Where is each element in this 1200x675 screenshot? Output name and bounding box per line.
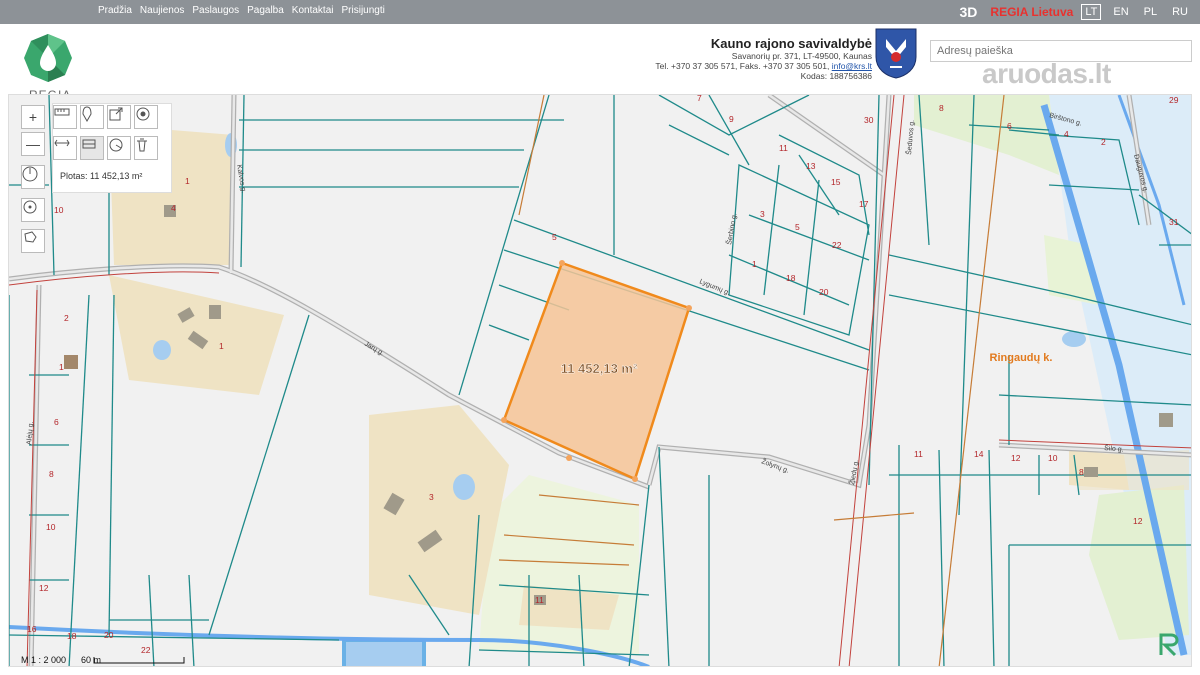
coat-of-arms-icon xyxy=(875,28,917,79)
parcel-number: 9 xyxy=(729,114,734,124)
zoom-in-button[interactable]: + xyxy=(21,105,45,129)
measure-area-icon[interactable] xyxy=(80,136,104,160)
parcel-number: 6 xyxy=(1007,121,1012,131)
measure-line-icon[interactable] xyxy=(53,136,77,160)
parcel-number: 12 xyxy=(39,583,49,593)
locate-icon[interactable] xyxy=(21,198,45,222)
parcel-number: 1 xyxy=(752,259,757,269)
aruodas-watermark: aruodas.lt xyxy=(982,58,1111,89)
3d-mode-button[interactable]: 3D xyxy=(960,4,978,20)
region-select-icon[interactable] xyxy=(21,229,45,253)
street-label: Šeduvos g. xyxy=(904,119,916,155)
parcel-number: 4 xyxy=(1064,129,1069,139)
cadastral-map-canvas[interactable]: 11 452,13 m² Ringaudų k. Jarų g. Lygumų … xyxy=(9,95,1192,667)
lang-pl[interactable]: PL xyxy=(1141,5,1160,19)
parcel-number: 8 xyxy=(939,103,944,113)
parcel-number: 8 xyxy=(49,469,54,479)
measure-radius-icon[interactable] xyxy=(107,136,131,160)
nav-prisijungti[interactable]: Prisijungti xyxy=(342,5,385,16)
street-label: Šerbino g. xyxy=(724,212,738,245)
parcel-number: 17 xyxy=(859,199,869,209)
top-right-menu: 3D REGIA Lietuva LT EN PL RU xyxy=(960,0,1200,24)
parcel-number: 20 xyxy=(104,630,114,640)
top-nav: Pradžia Naujienos Paslaugos Pagalba Kont… xyxy=(98,5,385,16)
parcel-number: 5 xyxy=(552,232,557,242)
target-icon[interactable] xyxy=(134,105,158,129)
parcel-number: 7 xyxy=(697,95,702,103)
parcel-number: 12 xyxy=(1133,516,1143,526)
parcel-number: 5 xyxy=(795,222,800,232)
nav-pagalba[interactable]: Pagalba xyxy=(247,5,284,16)
parcel-number: 31 xyxy=(1169,217,1179,227)
parcel-number: 30 xyxy=(864,115,874,125)
parcel-number: 4 xyxy=(171,203,176,213)
pin-icon[interactable] xyxy=(80,105,104,129)
municipality-phone: Tel. +370 37 305 571, Faks. +370 37 305 … xyxy=(655,61,830,71)
municipality-info: Kauno rajono savivaldybė Savanorių pr. 3… xyxy=(655,36,872,81)
parcel-number: 16 xyxy=(27,624,37,634)
nav-kontaktai[interactable]: Kontaktai xyxy=(292,5,334,16)
parcel-number: 10 xyxy=(54,205,64,215)
parcel-number: 3 xyxy=(760,209,765,219)
regia-corner-logo-icon xyxy=(1159,633,1179,657)
municipality-email-link[interactable]: info@krs.lt xyxy=(832,61,872,71)
parcel-number: 6 xyxy=(54,417,59,427)
lang-en[interactable]: EN xyxy=(1110,5,1131,19)
parcel-number: 18 xyxy=(67,631,77,641)
lang-ru[interactable]: RU xyxy=(1169,5,1191,19)
scale-ratio: M 1 : 2 000 xyxy=(21,655,67,665)
parcel-number: 10 xyxy=(1048,453,1058,463)
parcel-number: 14 xyxy=(974,449,984,459)
parcel-number: 22 xyxy=(141,645,151,655)
village-label: Ringaudų k. xyxy=(990,352,1053,364)
parcel-number: 18 xyxy=(786,273,796,283)
parcel-number: 11 xyxy=(535,595,544,605)
regia-logo-icon[interactable] xyxy=(22,32,74,84)
municipality-contacts: Tel. +370 37 305 571, Faks. +370 37 305 … xyxy=(655,61,872,71)
parcel-number: 11 xyxy=(914,449,923,459)
lang-lt[interactable]: LT xyxy=(1081,4,1102,20)
parcel-number: 22 xyxy=(832,240,842,250)
scale-distance: 60 m xyxy=(81,655,102,665)
measure-distance-icon[interactable] xyxy=(53,105,77,129)
parcel-number: 2 xyxy=(1101,137,1106,147)
parcel-number: 1 xyxy=(185,176,190,186)
street-label: Lygumų g. xyxy=(698,278,731,297)
export-icon[interactable] xyxy=(107,105,131,129)
nav-pradzia[interactable]: Pradžia xyxy=(98,5,132,16)
street-label: Kalvos g. xyxy=(235,164,247,194)
parcel-number: 1 xyxy=(59,362,64,372)
trash-icon[interactable] xyxy=(134,136,158,160)
parcel-number: 2 xyxy=(64,313,69,323)
compass-icon[interactable] xyxy=(21,165,45,189)
polygon-area-label: 11 452,13 m² xyxy=(561,361,638,376)
parcel-number: 8 xyxy=(1079,467,1084,477)
municipality-code: Kodas: 188756386 xyxy=(800,71,872,81)
parcel-number: 3 xyxy=(429,492,434,502)
municipality-name: Kauno rajono savivaldybė xyxy=(710,36,872,51)
parcel-number: 15 xyxy=(831,177,841,187)
parcel-number: 1 xyxy=(219,341,224,351)
parcel-number: 12 xyxy=(1011,453,1021,463)
top-bar: Pradžia Naujienos Paslaugos Pagalba Kont… xyxy=(0,0,1200,24)
parcel-number: 11 xyxy=(779,143,788,153)
parcel-number: 13 xyxy=(806,161,816,171)
map-scale: M 1 : 2 000 60 m xyxy=(21,655,101,665)
parcel-number: 10 xyxy=(46,522,56,532)
parcel-number: 20 xyxy=(819,287,829,297)
nav-naujienos[interactable]: Naujienos xyxy=(140,5,184,16)
measured-area-text: Plotas: 11 452,13 m² xyxy=(60,171,143,181)
zoom-out-button[interactable]: — xyxy=(21,132,45,156)
municipality-address: Savanorių pr. 371, LT-49500, Kaunas xyxy=(731,51,872,61)
street-label: Jarų g. xyxy=(363,341,385,358)
nav-paslaugos[interactable]: Paslaugos xyxy=(192,5,239,16)
parcel-number: 29 xyxy=(1169,95,1179,105)
regia-lietuva-link[interactable]: REGIA Lietuva xyxy=(990,5,1073,19)
map-view[interactable]: 11 452,13 m² Ringaudų k. Jarų g. Lygumų … xyxy=(8,94,1192,667)
